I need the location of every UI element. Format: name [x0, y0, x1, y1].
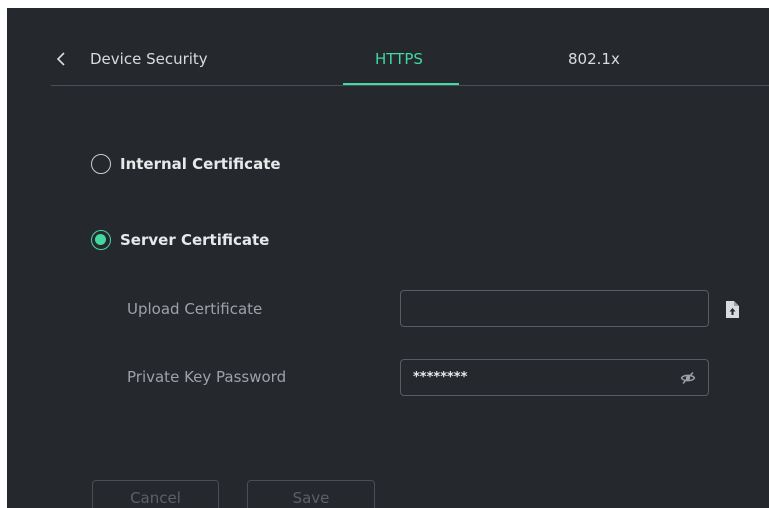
- private-key-password-label: Private Key Password: [127, 368, 287, 386]
- radio-selected-dot: [95, 234, 106, 245]
- internal-certificate-option[interactable]: Internal Certificate: [91, 152, 281, 176]
- upload-certificate-label: Upload Certificate: [127, 300, 263, 318]
- private-key-password-field[interactable]: ********: [400, 359, 709, 396]
- cancel-button[interactable]: Cancel: [92, 480, 219, 508]
- tab-802-1x[interactable]: 802.1x: [568, 50, 620, 68]
- chevron-left-icon[interactable]: [54, 49, 70, 69]
- tab-bar: Device Security HTTPS 802.1x: [7, 8, 769, 86]
- internal-certificate-label: Internal Certificate: [120, 155, 281, 173]
- upload-certificate-field[interactable]: [400, 290, 709, 327]
- eye-off-icon[interactable]: [680, 370, 696, 386]
- server-certificate-label: Server Certificate: [120, 231, 270, 249]
- internal-certificate-radio[interactable]: [91, 154, 111, 174]
- tab-divider: [51, 85, 769, 86]
- save-button[interactable]: Save: [247, 480, 375, 508]
- server-certificate-option[interactable]: Server Certificate: [91, 228, 269, 252]
- file-upload-icon[interactable]: [725, 301, 739, 318]
- private-key-password-value: ********: [413, 370, 468, 385]
- device-security-panel: Device Security HTTPS 802.1x Internal Ce…: [7, 8, 769, 508]
- server-certificate-radio[interactable]: [91, 230, 111, 250]
- tab-device-security[interactable]: Device Security: [90, 50, 208, 68]
- tab-https[interactable]: HTTPS: [375, 50, 423, 68]
